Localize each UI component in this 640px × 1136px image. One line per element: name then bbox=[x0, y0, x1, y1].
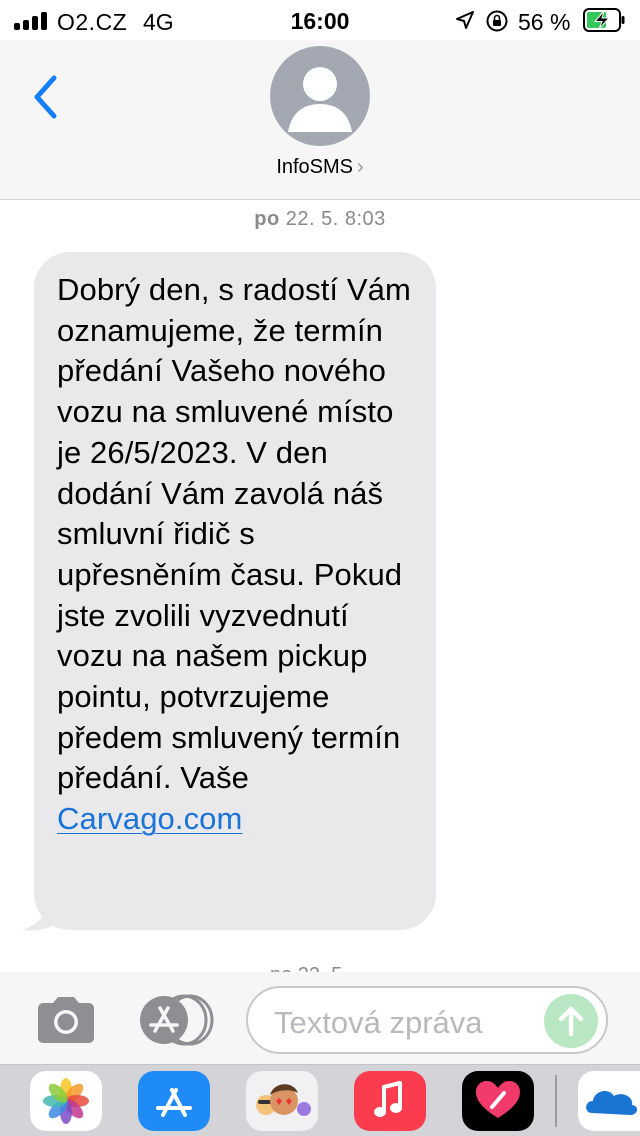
message-bubble[interactable]: Dobrý den, s radostí Vám oznamujeme, že … bbox=[34, 252, 436, 930]
photos-app-icon[interactable] bbox=[30, 1071, 102, 1131]
conversation-header: InfoSMS › bbox=[0, 40, 640, 200]
onedrive-app-icon[interactable] bbox=[578, 1071, 640, 1131]
contact-avatar[interactable] bbox=[270, 46, 370, 146]
drawer-divider bbox=[555, 1075, 557, 1127]
input-bar: Textová zpráva bbox=[0, 972, 640, 1064]
chevron-right-icon: › bbox=[357, 156, 364, 178]
message-link[interactable]: Carvago.com bbox=[57, 801, 242, 836]
send-button[interactable] bbox=[544, 994, 598, 1048]
message-text: Dobrý den, s radostí Vám oznamujeme, že … bbox=[57, 270, 414, 840]
battery-charging-icon bbox=[583, 8, 625, 32]
imessage-app-drawer bbox=[0, 1064, 640, 1136]
incoming-message[interactable]: Dobrý den, s radostí Vám oznamujeme, že … bbox=[20, 252, 440, 932]
battery-percent: 56 % bbox=[518, 9, 571, 35]
message-input-placeholder: Textová zpráva bbox=[274, 1005, 483, 1040]
message-input[interactable]: Textová zpráva bbox=[246, 986, 608, 1054]
memoji-app-icon[interactable] bbox=[246, 1071, 318, 1131]
location-icon bbox=[456, 11, 474, 29]
contact-name-label: InfoSMS bbox=[276, 156, 354, 178]
message-timestamp: po 22. 5. 8:03 bbox=[0, 208, 640, 231]
send-arrow-icon bbox=[558, 1006, 584, 1037]
app-store-app-icon[interactable] bbox=[138, 1071, 210, 1131]
rotation-lock-icon bbox=[486, 10, 508, 32]
app-store-icon[interactable] bbox=[138, 994, 216, 1046]
back-chevron-icon[interactable] bbox=[28, 72, 64, 122]
status-bar: O2.CZ 4G 16:00 56 % bbox=[0, 0, 640, 40]
timestamp-day: po bbox=[254, 208, 280, 230]
message-body: Dobrý den, s radostí Vám oznamujeme, že … bbox=[57, 272, 411, 796]
fitness-heart-app-icon[interactable] bbox=[462, 1071, 534, 1131]
timestamp-date-time: 22. 5. 8:03 bbox=[285, 208, 386, 230]
camera-icon[interactable] bbox=[34, 994, 98, 1046]
contact-name[interactable]: InfoSMS › bbox=[0, 156, 640, 179]
music-app-icon[interactable] bbox=[354, 1071, 426, 1131]
person-avatar-icon bbox=[288, 67, 352, 132]
